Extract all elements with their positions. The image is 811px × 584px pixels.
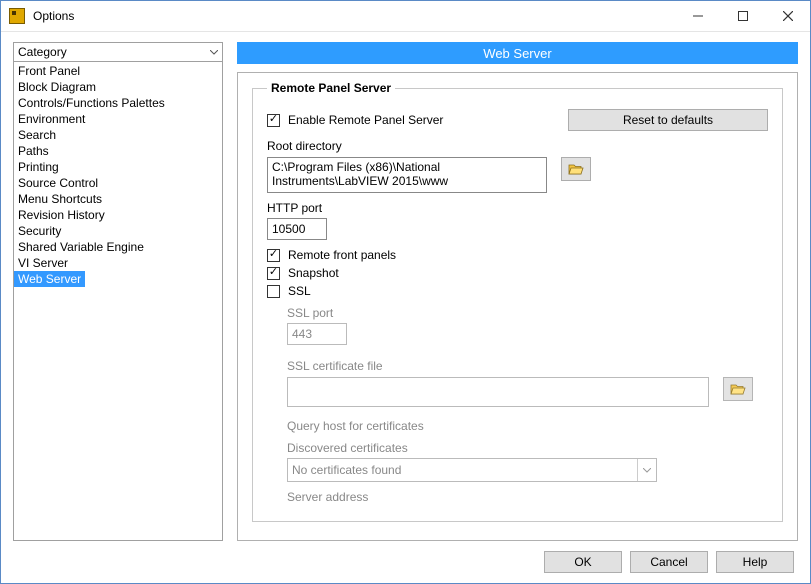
discovered-certs-combo: No certificates found	[287, 458, 657, 482]
maximize-button[interactable]	[720, 1, 765, 31]
category-label: Category	[14, 45, 67, 59]
category-item[interactable]: Block Diagram	[14, 80, 100, 94]
root-directory-input[interactable]	[267, 157, 547, 193]
server-address-label: Server address	[287, 490, 768, 504]
ok-button[interactable]: OK	[544, 551, 622, 573]
category-item[interactable]: Security	[14, 224, 65, 238]
enable-remote-panel-checkbox[interactable]	[267, 114, 280, 127]
root-directory-label: Root directory	[267, 139, 768, 153]
category-item[interactable]: Source Control	[14, 176, 102, 190]
snapshot-label: Snapshot	[288, 266, 339, 280]
pane-title: Web Server	[237, 42, 798, 64]
window-controls	[675, 1, 810, 31]
help-button[interactable]: Help	[716, 551, 794, 573]
close-icon	[783, 11, 793, 21]
category-item[interactable]: Front Panel	[14, 64, 84, 78]
ssl-cert-file-input	[287, 377, 709, 407]
category-item[interactable]: Web Server	[14, 271, 85, 287]
remote-panel-server-group: Remote Panel Server Enable Remote Panel …	[252, 81, 783, 522]
right-pane: Web Server Remote Panel Server Enable Re…	[237, 42, 798, 541]
chevron-down-icon	[637, 459, 656, 481]
minimize-icon	[693, 11, 703, 21]
snapshot-checkbox[interactable]	[267, 267, 280, 280]
category-panel: Category Front Panel Block Diagram Control…	[13, 42, 223, 541]
pane-content[interactable]: Remote Panel Server Enable Remote Panel …	[237, 72, 798, 541]
columns: Category Front Panel Block Diagram Control…	[13, 42, 798, 541]
category-item[interactable]: Paths	[14, 144, 53, 158]
cancel-button[interactable]: Cancel	[630, 551, 708, 573]
ssl-label: SSL	[288, 284, 311, 298]
ssl-sub-section: SSL port SSL certificate file	[287, 306, 768, 504]
discovered-certs-value: No certificates found	[292, 463, 401, 477]
category-item[interactable]: Menu Shortcuts	[14, 192, 106, 206]
ssl-checkbox[interactable]	[267, 285, 280, 298]
query-host-label: Query host for certificates	[287, 419, 768, 433]
group-title: Remote Panel Server	[267, 81, 395, 95]
category-item[interactable]: Revision History	[14, 208, 109, 222]
category-item[interactable]: Controls/Functions Palettes	[14, 96, 169, 110]
enable-remote-panel-row[interactable]: Enable Remote Panel Server	[267, 113, 443, 127]
window-title: Options	[33, 9, 675, 23]
discovered-certs-label: Discovered certificates	[287, 441, 768, 455]
category-item[interactable]: Search	[14, 128, 60, 142]
remote-front-panels-label: Remote front panels	[288, 248, 396, 262]
remote-front-panels-checkbox[interactable]	[267, 249, 280, 262]
browse-root-dir-button[interactable]	[561, 157, 591, 181]
category-item[interactable]: VI Server	[14, 256, 72, 270]
dialog-footer: OK Cancel Help	[13, 541, 798, 575]
category-item[interactable]: Printing	[14, 160, 63, 174]
close-button[interactable]	[765, 1, 810, 31]
ssl-port-label: SSL port	[287, 306, 768, 320]
ssl-cert-file-label: SSL certificate file	[287, 359, 768, 373]
snapshot-row[interactable]: Snapshot	[267, 266, 768, 280]
ssl-row[interactable]: SSL	[267, 284, 768, 298]
remote-front-panels-row[interactable]: Remote front panels	[267, 248, 768, 262]
http-port-input[interactable]	[267, 218, 327, 240]
enable-remote-panel-label: Enable Remote Panel Server	[288, 113, 443, 127]
folder-icon	[730, 383, 746, 396]
ssl-port-input	[287, 323, 347, 345]
body-area: Category Front Panel Block Diagram Control…	[1, 32, 810, 583]
options-window: Options Category Front PanelBl	[0, 0, 811, 584]
chevron-down-icon	[205, 43, 222, 61]
category-item[interactable]: Environment	[14, 112, 89, 126]
app-icon	[9, 8, 25, 24]
category-list[interactable]: Front Panel Block Diagram Controls/Functio…	[13, 61, 223, 541]
browse-ssl-cert-button	[723, 377, 753, 401]
titlebar: Options	[1, 1, 810, 32]
reset-to-defaults-button[interactable]: Reset to defaults	[568, 109, 768, 131]
maximize-icon	[738, 11, 748, 21]
category-dropdown-header[interactable]: Category	[13, 42, 223, 61]
http-port-label: HTTP port	[267, 201, 768, 215]
category-item[interactable]: Shared Variable Engine	[14, 240, 148, 254]
minimize-button[interactable]	[675, 1, 720, 31]
folder-icon	[568, 163, 584, 176]
